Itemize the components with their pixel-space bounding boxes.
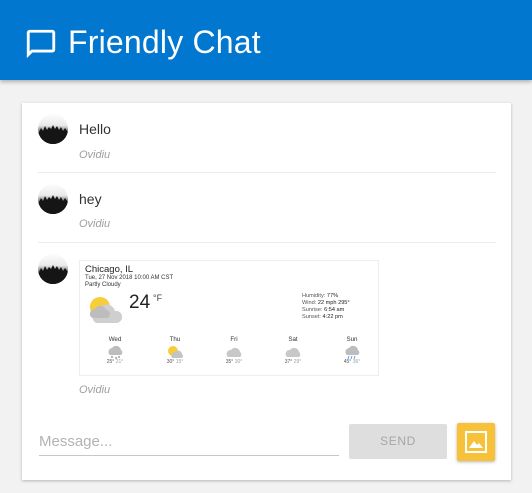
message-text: hey [79,191,102,207]
rain-icon [345,345,360,359]
avatar [38,114,68,144]
forecast-day: Sat 37° 29° [284,336,302,365]
weather-unit: °F [153,293,163,303]
send-button[interactable]: SEND [349,424,447,459]
forecast-day: Sun 45° 36° [343,336,361,365]
app-bar: Friendly Chat [0,0,532,80]
cloudy-icon [226,347,242,357]
partly-sunny-icon [168,346,183,358]
snow-icon [108,345,123,359]
weather-sunset: Sunset: 4:22 pm [302,314,343,320]
message-author: Ovidiu [79,149,111,161]
divider [38,242,496,243]
forecast-day: Wed 25° 21° [106,336,124,365]
message-text: Hello [79,121,111,137]
app-title: Friendly Chat [68,24,261,60]
upload-image-button[interactable] [457,423,495,461]
weather-image[interactable]: Chicago, IL Tue, 27 Nov 2018 10:00 AM CS… [79,260,379,376]
avatar [38,184,68,214]
message-author: Ovidiu [79,218,111,230]
weather-sunrise: Sunrise: 6:54 am [302,307,345,313]
forecast-day: Fri 35° 30° [225,336,243,365]
partly-cloudy-icon [89,297,123,323]
messages-card: Hello Ovidiu hey Ovidiu Chicago, IL Tue,… [22,103,511,480]
weather-city: Chicago, IL [85,264,134,275]
weather-temperature: 24 [129,292,151,313]
image-icon [465,431,487,453]
weather-datetime: Tue, 27 Nov 2018 10:00 AM CST [85,275,174,281]
divider [38,172,496,173]
message-input[interactable] [39,430,339,452]
forecast-day: Thu 30° 15° [166,336,184,365]
weather-wind: Wind: 22 mph 295° [302,300,350,306]
weather-humidity: Humidity: 77% [302,293,339,299]
cloudy-icon [285,347,301,357]
message-author: Ovidiu [79,384,111,396]
chat-bubble-icon [26,29,56,59]
avatar [38,254,68,284]
message-input-wrapper [39,426,339,456]
weather-condition: Partly Cloudy [85,282,121,288]
